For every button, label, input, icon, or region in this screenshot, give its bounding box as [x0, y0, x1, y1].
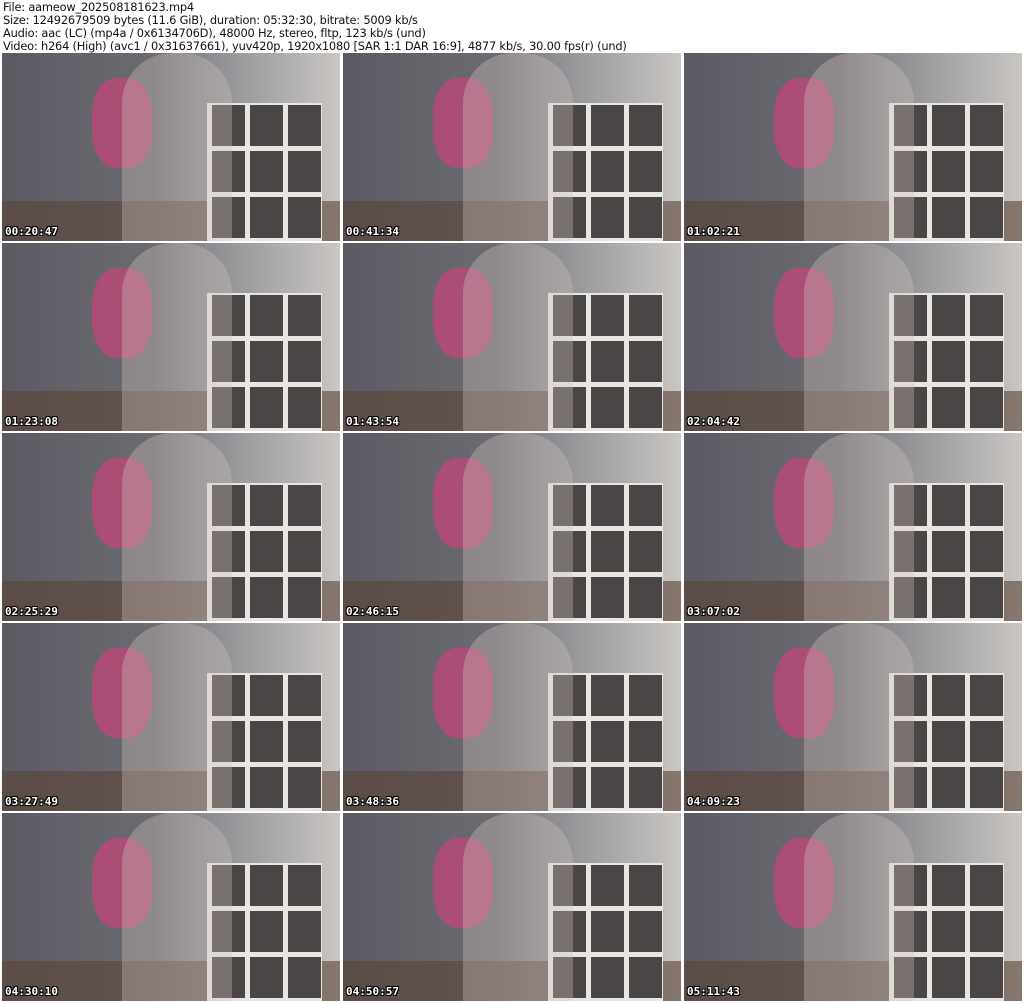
video-thumbnail: 02:04:42 — [684, 243, 1022, 431]
frame-placeholder — [122, 53, 232, 241]
frame-placeholder — [122, 243, 232, 431]
timestamp: 02:46:15 — [346, 605, 399, 618]
frame-placeholder — [463, 813, 573, 1001]
timestamp: 01:23:08 — [5, 415, 58, 428]
video-thumbnail: 02:46:15 — [343, 433, 681, 621]
frame-placeholder — [804, 813, 914, 1001]
video-info: Video: h264 (High) (avc1 / 0x31637661), … — [3, 39, 627, 53]
timestamp: 00:20:47 — [5, 225, 58, 238]
video-thumbnail: 01:43:54 — [343, 243, 681, 431]
timestamp: 03:48:36 — [346, 795, 399, 808]
video-thumbnail: 05:11:43 — [684, 813, 1022, 1001]
timestamp: 03:27:49 — [5, 795, 58, 808]
frame-placeholder — [804, 53, 914, 241]
video-thumbnail: 03:27:49 — [2, 623, 340, 811]
timestamp: 02:04:42 — [687, 415, 740, 428]
timestamp: 01:43:54 — [346, 415, 399, 428]
file-info-header: File: aameow_202508181623.mp4 Size: 1249… — [3, 1, 627, 53]
frame-placeholder — [463, 243, 573, 431]
timestamp: 04:50:57 — [346, 985, 399, 998]
video-thumbnail: 01:02:21 — [684, 53, 1022, 241]
frame-placeholder — [463, 53, 573, 241]
frame-placeholder — [804, 243, 914, 431]
frame-placeholder — [122, 813, 232, 1001]
frame-placeholder — [804, 433, 914, 621]
timestamp: 00:41:34 — [346, 225, 399, 238]
timestamp: 04:09:23 — [687, 795, 740, 808]
video-thumbnail: 03:07:02 — [684, 433, 1022, 621]
video-thumbnail: 04:30:10 — [2, 813, 340, 1001]
thumbnail-grid: 00:20:47 00:41:34 01:02:21 01:23:08 01:43:54… — [2, 53, 1022, 1003]
frame-placeholder — [463, 623, 573, 811]
timestamp: 04:30:10 — [5, 985, 58, 998]
video-thumbnail: 02:25:29 — [2, 433, 340, 621]
timestamp: 03:07:02 — [687, 605, 740, 618]
video-thumbnail: 00:41:34 — [343, 53, 681, 241]
frame-placeholder — [804, 623, 914, 811]
video-thumbnail: 01:23:08 — [2, 243, 340, 431]
frame-placeholder — [122, 433, 232, 621]
timestamp: 01:02:21 — [687, 225, 740, 238]
timestamp: 05:11:43 — [687, 985, 740, 998]
video-thumbnail: 04:50:57 — [343, 813, 681, 1001]
timestamp: 02:25:29 — [5, 605, 58, 618]
video-thumbnail: 04:09:23 — [684, 623, 1022, 811]
frame-placeholder — [463, 433, 573, 621]
video-thumbnail: 00:20:47 — [2, 53, 340, 241]
video-thumbnail: 03:48:36 — [343, 623, 681, 811]
frame-placeholder — [122, 623, 232, 811]
